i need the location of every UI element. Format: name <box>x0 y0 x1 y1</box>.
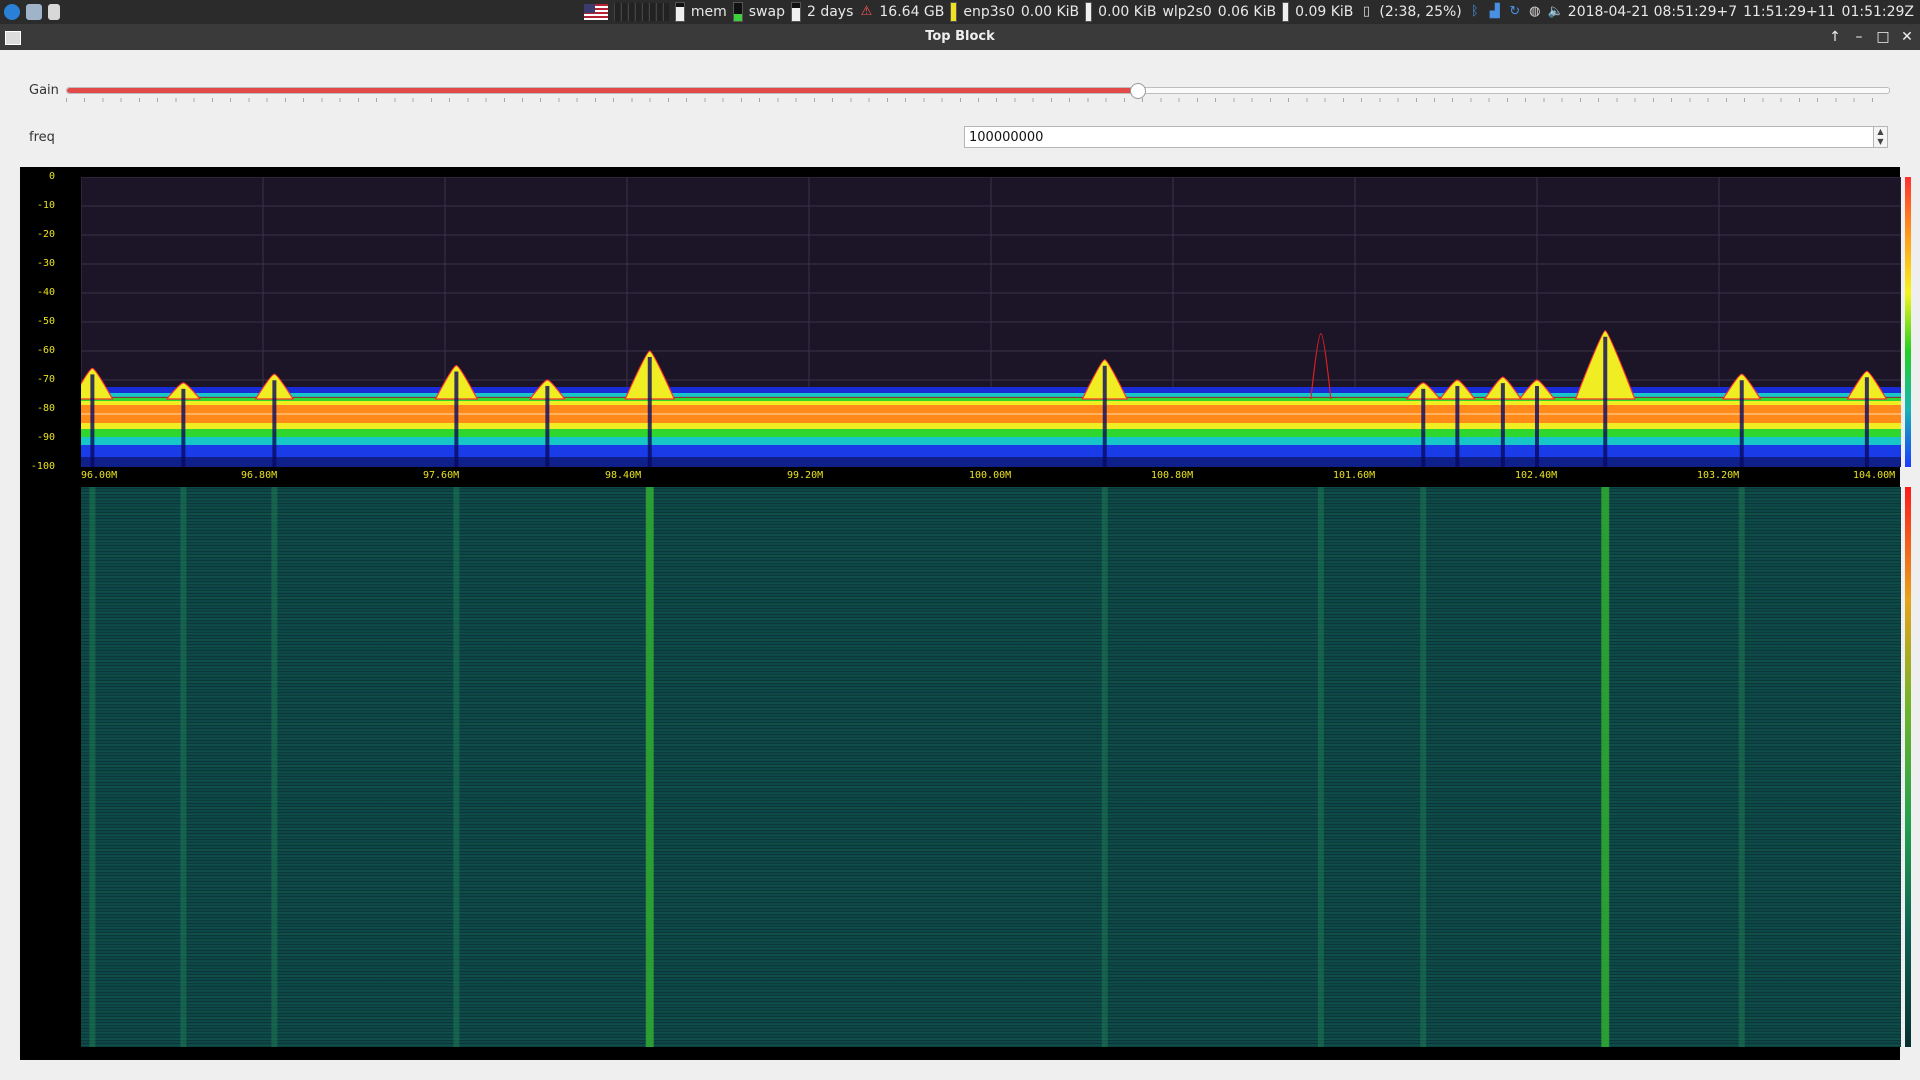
panel-launchers <box>0 4 60 20</box>
x-tick-label: 96.00M <box>81 470 118 481</box>
x-tick-label: 102.40M <box>1515 470 1558 481</box>
gain-slider-handle[interactable] <box>1129 83 1146 99</box>
freq-spinner[interactable]: ▲ ▼ <box>1874 126 1888 148</box>
gain-slider[interactable] <box>66 83 1890 99</box>
noise-band <box>81 437 1901 445</box>
y-tick-label: -70 <box>36 374 55 385</box>
disk-meter <box>950 2 958 22</box>
net1-meter <box>1085 2 1093 22</box>
net2-up: 0.09 KiB <box>1295 4 1354 20</box>
warning-icon[interactable]: ⚠ <box>859 5 873 19</box>
y-tick-label: -40 <box>36 287 55 298</box>
waterfall-signal-column <box>271 487 278 1047</box>
gain-slider-fill <box>67 88 1138 93</box>
window-minimize-button[interactable]: – <box>1849 27 1869 47</box>
bluetooth-icon[interactable]: ᛒ <box>1468 5 1482 19</box>
net2-name: wlp2s0 <box>1162 4 1212 20</box>
noise-band <box>81 457 1901 467</box>
window-title: Top Block <box>925 29 995 44</box>
y-tick-label: 0 <box>48 171 55 182</box>
spectrum-peak <box>81 367 114 400</box>
clock-local[interactable]: 2018-04-21 08:51:29+7 <box>1568 4 1737 20</box>
x-tick-label: 103.20M <box>1697 470 1740 481</box>
system-panel: mem swap 2 days ⚠ 16.64 GB enp3s0 0.00 K… <box>0 0 1920 24</box>
waterfall-signal-column <box>1317 487 1324 1047</box>
mem-label: mem <box>690 4 727 20</box>
freq-input[interactable]: 100000000 <box>964 126 1874 148</box>
clock-utc[interactable]: 01:51:29Z <box>1842 4 1914 20</box>
y-tick-label: -100 <box>30 461 55 472</box>
x-tick-label: 97.60M <box>423 470 460 481</box>
volume-icon[interactable]: 🔈 <box>1548 5 1564 19</box>
waterfall-color-scale <box>1905 487 1911 1047</box>
noise-band <box>81 445 1901 457</box>
sync-icon[interactable]: ↻ <box>1508 5 1522 19</box>
window-close-button[interactable]: ✕ <box>1897 27 1917 47</box>
waterfall-signal-column <box>1420 487 1427 1047</box>
spin-up-icon[interactable]: ▲ <box>1874 127 1887 137</box>
fft-color-scale <box>1905 177 1911 467</box>
disk-text: 16.64 GB <box>879 4 945 20</box>
waterfall-signal-column <box>453 487 460 1047</box>
keyboard-layout-flag-icon[interactable] <box>583 4 608 20</box>
clipboard-icon[interactable] <box>48 4 60 20</box>
x-tick-label: 104.00M <box>1853 470 1896 481</box>
y-tick-label: -80 <box>36 403 55 414</box>
noise-band <box>81 423 1901 429</box>
y-tick-label: -10 <box>36 200 55 211</box>
gain-label: Gain <box>29 83 59 98</box>
noise-band <box>81 429 1901 437</box>
y-tick-label: -60 <box>36 345 55 356</box>
spin-down-icon[interactable]: ▼ <box>1874 137 1887 147</box>
x-tick-label: 99.20M <box>787 470 824 481</box>
y-tick-label: -30 <box>36 258 55 269</box>
net1-up: 0.00 KiB <box>1098 4 1157 20</box>
battery-icon[interactable]: ▯ <box>1359 5 1373 19</box>
window-maximize-button[interactable]: □ <box>1873 27 1893 47</box>
panel-indicators: mem swap 2 days ⚠ 16.64 GB enp3s0 0.00 K… <box>583 0 1914 24</box>
signal-icon[interactable]: ▟ <box>1488 5 1502 19</box>
cpu-graph <box>613 3 669 21</box>
x-tick-label: 101.60M <box>1333 470 1376 481</box>
plot-area: 0 -10 -20 -30 -40 -50 -60 -70 -80 -90 -100 96.00M 9… <box>20 167 1911 1060</box>
waterfall-strong-column <box>1601 487 1610 1047</box>
app-menu-icon[interactable] <box>4 4 20 20</box>
freq-label: freq <box>29 130 55 145</box>
network-icon[interactable]: ◍ <box>1528 5 1542 19</box>
x-tick-label: 98.40M <box>605 470 642 481</box>
y-tick-label: -50 <box>36 316 55 327</box>
uptime-meter <box>790 2 801 22</box>
net2-meter <box>1282 2 1290 22</box>
waterfall-plot[interactable] <box>81 487 1901 1047</box>
net1-down: 0.00 KiB <box>1020 4 1080 20</box>
y-tick-label: -20 <box>36 229 55 240</box>
x-tick-label: 100.00M <box>969 470 1012 481</box>
waterfall-signal-column <box>180 487 187 1047</box>
x-tick-label: 100.80M <box>1151 470 1194 481</box>
waterfall-signal-column <box>1738 487 1745 1047</box>
uptime-text: 2 days <box>806 4 854 20</box>
gain-slider-ticks <box>66 98 1890 102</box>
waterfall-svg <box>89 487 1745 1047</box>
swap-label: swap <box>748 4 785 20</box>
waterfall-signal-column <box>89 487 96 1047</box>
clock-second[interactable]: 11:51:29+11 <box>1743 4 1835 20</box>
window-pin-button[interactable]: ↑ <box>1825 27 1845 47</box>
y-tick-label: -90 <box>36 432 55 443</box>
waterfall-signal-column <box>1101 487 1108 1047</box>
x-tick-label: 96.80M <box>241 470 278 481</box>
file-manager-icon[interactable] <box>26 4 42 20</box>
mem-meter <box>674 2 685 22</box>
net2-down: 0.06 KiB <box>1217 4 1277 20</box>
battery-text: (2:38, 25%) <box>1379 4 1462 20</box>
window-titlebar[interactable]: Top Block ↑ – □ ✕ <box>0 24 1920 50</box>
fft-plot[interactable] <box>81 177 1901 467</box>
waterfall-strong-column <box>645 487 654 1047</box>
fft-svg <box>81 177 1901 467</box>
net1-name: enp3s0 <box>963 4 1015 20</box>
swap-meter <box>732 2 743 22</box>
